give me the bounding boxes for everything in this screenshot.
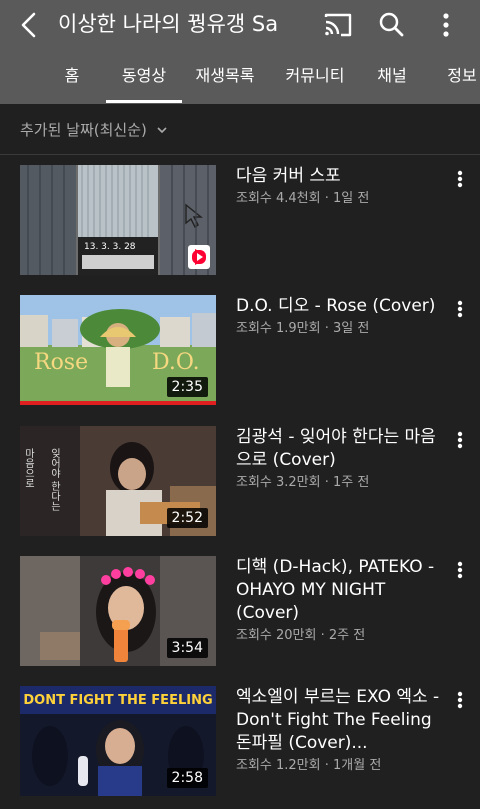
- search-icon[interactable]: [375, 9, 407, 41]
- tab-home[interactable]: 홈: [52, 52, 92, 104]
- video-title[interactable]: 디핵 (D-Hack), PATEKO - OHAYO MY NIGHT (Co…: [236, 556, 444, 625]
- thumbnail-counter-text: 13. 3. 3. 28: [84, 242, 136, 252]
- video-thumbnail[interactable]: 마음으로 잊어야 한다는 2:52: [20, 426, 216, 536]
- video-meta: 조회수 4.4천회 · 1일 전: [236, 191, 370, 206]
- more-vert-icon[interactable]: [430, 9, 462, 41]
- video-info[interactable]: 디핵 (D-Hack), PATEKO - OHAYO MY NIGHT (Co…: [236, 556, 444, 646]
- duration-badge: 2:35: [166, 377, 208, 397]
- video-meta: 조회수 20만회 · 2주 전: [236, 628, 366, 643]
- video-info[interactable]: D.O. 디오 - Rose (Cover) 조회수 1.9만회 · 3일 전: [236, 295, 444, 339]
- video-title[interactable]: 김광석 - 잊어야 한다는 마음으로 (Cover): [236, 426, 444, 472]
- selected-tab-indicator: [106, 100, 182, 103]
- video-thumbnail[interactable]: DONT FIGHT THE FEELING 2:58: [20, 686, 216, 796]
- video-title[interactable]: 엑소엘이 부르는 EXO 엑소 - Don't Fight The Feelin…: [236, 686, 444, 755]
- thumbnail-do-text: D.O.: [152, 350, 200, 375]
- thumbnail-lyric-2: 잊어야 한다는: [49, 448, 61, 511]
- video-more-icon[interactable]: [446, 558, 474, 586]
- cast-icon[interactable]: [322, 9, 354, 41]
- divider: [0, 154, 480, 155]
- duration-badge: 2:52: [166, 508, 208, 528]
- back-arrow-icon[interactable]: [14, 9, 46, 41]
- watch-progress-bar: [20, 401, 216, 405]
- video-thumbnail[interactable]: Rose D.O. 2:35: [20, 295, 216, 405]
- thumbnail-lyric-1: 마음으로: [23, 448, 35, 488]
- video-more-icon[interactable]: [446, 428, 474, 456]
- thumbnail-rose-text: Rose: [34, 350, 88, 375]
- video-list-item[interactable]: Rose D.O. 2:35 D.O. 디오 - Rose (Cover) 조회…: [0, 295, 480, 415]
- sort-filter-label: 추가된 날짜(최신순): [20, 121, 147, 139]
- video-meta: 조회수 1.2만회 · 1개월 전: [236, 758, 382, 773]
- channel-tabs: 홈 동영상 재생목록 커뮤니티 채널 정보: [0, 52, 480, 104]
- tab-playlists[interactable]: 재생목록: [190, 52, 260, 104]
- tab-videos[interactable]: 동영상: [106, 52, 182, 104]
- video-title[interactable]: 다음 커버 스포: [236, 165, 444, 188]
- video-info[interactable]: 김광석 - 잊어야 한다는 마음으로 (Cover) 조회수 3.2만회 · 1…: [236, 426, 444, 493]
- video-info[interactable]: 엑소엘이 부르는 EXO 엑소 - Don't Fight The Feelin…: [236, 686, 444, 776]
- shorts-icon: [188, 245, 210, 269]
- video-more-icon[interactable]: [446, 297, 474, 325]
- chevron-down-icon: [156, 117, 168, 145]
- video-more-icon[interactable]: [446, 688, 474, 716]
- video-meta: 조회수 3.2만회 · 1주 전: [236, 475, 370, 490]
- duration-badge: 2:58: [166, 768, 208, 788]
- video-list-item[interactable]: DONT FIGHT THE FEELING 2:58 엑소엘이 부르는 EXO…: [0, 686, 480, 806]
- sort-filter[interactable]: 추가된 날짜(최신순): [20, 116, 168, 144]
- app-header: 이상한 나라의 꿩유갱 Sa 홈 동영상 재생목록 커뮤니티 채널 정보: [0, 0, 480, 104]
- duration-badge: 3:54: [166, 638, 208, 658]
- video-info[interactable]: 다음 커버 스포 조회수 4.4천회 · 1일 전: [236, 165, 444, 209]
- tab-community[interactable]: 커뮤니티: [280, 52, 350, 104]
- title-row: 이상한 나라의 꿩유갱 Sa: [0, 0, 480, 50]
- video-list-item[interactable]: 마음으로 잊어야 한다는 2:52 김광석 - 잊어야 한다는 마음으로 (Co…: [0, 426, 480, 546]
- tab-channels[interactable]: 채널: [370, 52, 414, 104]
- channel-title: 이상한 나라의 꿩유갱 Sa: [58, 12, 279, 36]
- video-more-icon[interactable]: [446, 167, 474, 195]
- video-thumbnail[interactable]: 13. 3. 3. 28: [20, 165, 216, 275]
- video-list-item[interactable]: 13. 3. 3. 28 다음 커버 스포 조회수 4.4천회 · 1일 전: [0, 165, 480, 285]
- video-title[interactable]: D.O. 디오 - Rose (Cover): [236, 295, 444, 318]
- video-thumbnail[interactable]: 3:54: [20, 556, 216, 666]
- video-meta: 조회수 1.9만회 · 3일 전: [236, 321, 370, 336]
- thumbnail-banner-text: DONT FIGHT THE FEELING: [23, 693, 212, 708]
- video-list-item[interactable]: 3:54 디핵 (D-Hack), PATEKO - OHAYO MY NIGH…: [0, 556, 480, 676]
- tab-about[interactable]: 정보: [440, 52, 480, 104]
